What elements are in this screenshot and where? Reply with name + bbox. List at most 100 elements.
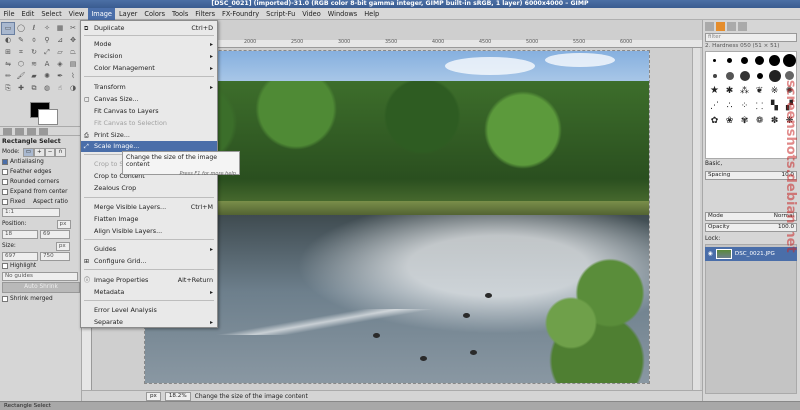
cage-tool-icon[interactable]: ⬡ xyxy=(15,59,27,70)
menu-fx-foundry[interactable]: FX-Foundry xyxy=(219,8,263,20)
menu-image[interactable]: Image xyxy=(87,7,116,20)
unit-select[interactable]: px xyxy=(146,391,161,401)
menu-tools[interactable]: Tools xyxy=(169,8,192,20)
position-unit-select[interactable]: px xyxy=(56,219,71,229)
airbrush-tool-icon[interactable]: ✺ xyxy=(41,71,53,82)
highlight-checkbox[interactable] xyxy=(2,263,8,269)
menu-item-zealous-crop[interactable]: Zealous Crop xyxy=(81,183,217,194)
pencil-tool-icon[interactable]: ✏ xyxy=(2,71,14,82)
menu-script-fu[interactable]: Script-Fu xyxy=(263,8,299,20)
clone-tool-icon[interactable]: ⎘ xyxy=(2,83,14,94)
undo-history-tab-icon[interactable] xyxy=(27,127,36,135)
menu-item-configure-grid[interactable]: Configure Grid... ⊞ xyxy=(81,256,217,267)
opacity-slider[interactable]: Opacity 100.0 xyxy=(705,223,797,232)
visibility-eye-icon[interactable]: ◉ xyxy=(708,251,713,257)
color-picker-tool-icon[interactable]: ⌽ xyxy=(28,35,40,46)
size-unit-select[interactable]: px xyxy=(55,241,70,251)
blur-tool-icon[interactable]: ◍ xyxy=(41,83,53,94)
menu-item-align-layers[interactable]: Align Visible Layers... xyxy=(81,226,217,237)
mode-add-button[interactable]: + xyxy=(34,147,45,157)
position-x-field[interactable]: 18 xyxy=(2,229,38,239)
menu-item-flatten[interactable]: Flatten Image xyxy=(81,214,217,225)
mode-intersect-button[interactable]: ∩ xyxy=(55,147,66,157)
background-color[interactable] xyxy=(38,109,58,125)
image-canvas[interactable] xyxy=(144,50,650,384)
menu-item-print-size[interactable]: Print Size... ⎙ xyxy=(81,130,217,141)
size-h-field[interactable]: 750 xyxy=(40,251,70,261)
menu-item-separate[interactable]: Separate ▸ xyxy=(81,317,217,328)
rounded-checkbox[interactable] xyxy=(2,179,8,185)
paths-tool-icon[interactable]: ✎ xyxy=(15,35,27,46)
taskbar[interactable]: Rectangle Select xyxy=(0,401,800,410)
shrink-merged-checkbox[interactable] xyxy=(2,296,8,302)
fonts-tab-icon[interactable] xyxy=(727,22,736,31)
perspective-tool-icon[interactable]: ⏢ xyxy=(67,47,79,58)
rect-select-tool-icon[interactable]: ▭ xyxy=(1,22,15,35)
patterns-tab-icon[interactable] xyxy=(716,22,725,31)
foreground-select-tool-icon[interactable]: ◐ xyxy=(2,35,14,46)
brushes-tab-icon[interactable] xyxy=(705,22,714,31)
menu-item-transform[interactable]: Transform ▸ xyxy=(81,82,217,93)
fuzzy-select-tool-icon[interactable]: ✧ xyxy=(41,23,53,34)
guides-select[interactable]: No guides xyxy=(2,271,78,281)
auto-shrink-button[interactable]: Auto Shrink xyxy=(2,282,80,293)
fixed-checkbox[interactable] xyxy=(2,199,8,205)
menu-video[interactable]: Video xyxy=(299,8,324,20)
perspective-clone-tool-icon[interactable]: ⧉ xyxy=(28,83,40,94)
expand-checkbox[interactable] xyxy=(2,189,8,195)
images-tab-icon[interactable] xyxy=(39,127,48,135)
gradient-tool-icon[interactable]: ▤ xyxy=(67,59,79,70)
menu-view[interactable]: View xyxy=(65,8,88,20)
size-w-field[interactable]: 697 xyxy=(2,251,38,261)
menu-item-duplicate[interactable]: Duplicate Ctrl+D ⧉ xyxy=(81,23,217,34)
mypaint-brush-tool-icon[interactable]: ⌇ xyxy=(67,71,79,82)
ellipse-select-tool-icon[interactable]: ◯ xyxy=(15,23,27,34)
position-y-field[interactable]: 69 xyxy=(40,229,70,239)
mode-subtract-button[interactable]: − xyxy=(44,147,56,157)
menu-item-fit-canvas-layers[interactable]: Fit Canvas to Layers xyxy=(81,106,217,117)
smudge-tool-icon[interactable]: ☝ xyxy=(54,83,66,94)
move-tool-icon[interactable]: ✥ xyxy=(67,35,79,46)
color-select-tool-icon[interactable]: ▦ xyxy=(54,23,66,34)
zoom-tool-icon[interactable]: ⚲ xyxy=(41,35,53,46)
menu-windows[interactable]: Windows xyxy=(324,8,360,20)
mode-replace-button[interactable]: ▭ xyxy=(22,147,35,157)
warp-tool-icon[interactable]: ≋ xyxy=(28,59,40,70)
menu-help[interactable]: Help xyxy=(361,8,383,20)
aspect-ratio-select[interactable]: Aspect ratio xyxy=(33,199,68,205)
menu-edit[interactable]: Edit xyxy=(18,8,38,20)
document-history-tab-icon[interactable] xyxy=(738,22,747,31)
feather-checkbox[interactable] xyxy=(2,169,8,175)
menu-colors[interactable]: Colors xyxy=(141,8,169,20)
menu-item-mode[interactable]: Mode ▸ xyxy=(81,39,217,50)
scissors-tool-icon[interactable]: ✂ xyxy=(67,23,79,34)
device-status-tab-icon[interactable] xyxy=(15,127,24,135)
menu-item-fit-canvas-selection[interactable]: Fit Canvas to Selection xyxy=(81,118,217,129)
menu-item-guides[interactable]: Guides ▸ xyxy=(81,244,217,255)
align-tool-icon[interactable]: ⊞ xyxy=(2,47,14,58)
heal-tool-icon[interactable]: ✚ xyxy=(15,83,27,94)
eraser-tool-icon[interactable]: ▰ xyxy=(28,71,40,82)
brush-filter-input[interactable]: filter xyxy=(705,33,797,42)
menu-item-canvas-size[interactable]: Canvas Size... ▢ xyxy=(81,94,217,105)
paintbrush-tool-icon[interactable]: 🖌 xyxy=(15,71,27,82)
flip-tool-icon[interactable]: ⇋ xyxy=(2,59,14,70)
dodge-burn-tool-icon[interactable]: ◑ xyxy=(67,83,79,94)
menu-item-image-properties[interactable]: Image Properties Alt+Return ⓘ xyxy=(81,275,217,286)
menu-item-color-management[interactable]: Color Management ▸ xyxy=(81,63,217,74)
menu-file[interactable]: File xyxy=(0,8,18,20)
menu-item-precision[interactable]: Precision ▸ xyxy=(81,51,217,62)
menu-item-merge-visible[interactable]: Merge Visible Layers... Ctrl+M xyxy=(81,202,217,213)
menu-filters[interactable]: Filters xyxy=(192,8,219,20)
ink-tool-icon[interactable]: ✒ xyxy=(54,71,66,82)
scale-tool-icon[interactable]: ⤢ xyxy=(41,47,53,58)
bucket-fill-tool-icon[interactable]: ◈ xyxy=(54,59,66,70)
measure-tool-icon[interactable]: ⊿ xyxy=(54,35,66,46)
menu-item-metadata[interactable]: Metadata ▸ xyxy=(81,287,217,298)
tool-options-tab-icon[interactable] xyxy=(3,127,12,135)
free-select-tool-icon[interactable]: ℓ xyxy=(28,23,40,34)
vertical-scrollbar[interactable] xyxy=(692,48,700,391)
menu-item-error-level[interactable]: Error Level Analysis xyxy=(81,305,217,316)
crop-tool-icon[interactable]: ⌗ xyxy=(15,47,27,58)
menu-layer[interactable]: Layer xyxy=(115,8,140,20)
